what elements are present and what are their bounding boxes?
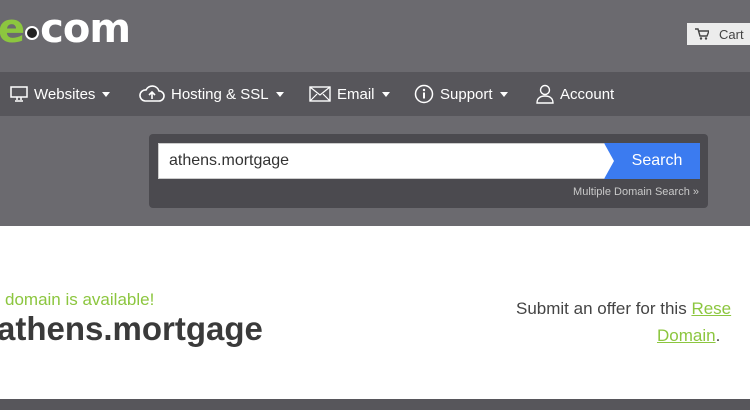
offer-message: Submit an offer for this Rese Domain.: [516, 295, 750, 349]
nav-label-hosting: Hosting & SSL: [171, 85, 269, 103]
chevron-down-icon: [275, 91, 284, 97]
main-nav: Websites Hosting & SSL Email Support Acc…: [0, 72, 750, 116]
cart-label: Cart: [719, 26, 744, 42]
cloud-upload-icon: [139, 85, 165, 102]
nav-label-account: Account: [560, 85, 615, 103]
footer-band: [0, 399, 750, 410]
offer-period: .: [715, 326, 721, 345]
nav-item-email[interactable]: Email: [309, 86, 390, 103]
logo-e-letter: e: [0, 6, 25, 52]
nav-item-websites[interactable]: Websites: [10, 85, 111, 103]
cart-icon: [695, 28, 709, 40]
result-domain-name: athens.mortgage: [0, 310, 263, 347]
search-button[interactable]: Search: [604, 143, 700, 179]
domain-link[interactable]: Domain: [657, 326, 716, 345]
domain-search-box: Search Multiple Domain Search »: [149, 134, 708, 208]
domain-search-input[interactable]: [158, 143, 604, 179]
monitor-icon: [10, 86, 28, 102]
reseller-link[interactable]: Rese: [691, 299, 731, 318]
nav-label-email: Email: [337, 85, 375, 103]
nav-label-websites: Websites: [34, 85, 96, 103]
multiple-domain-search-link[interactable]: Multiple Domain Search »: [573, 186, 699, 198]
search-result-panel: is domain is available! athens.mortgage …: [0, 226, 750, 399]
nav-item-hosting[interactable]: Hosting & SSL: [139, 85, 284, 103]
search-section: Search Multiple Domain Search »: [0, 116, 750, 224]
user-icon: [536, 84, 554, 104]
cart-button[interactable]: Cart: [687, 23, 750, 45]
info-icon: [414, 84, 434, 104]
availability-message: is domain is available!: [0, 290, 155, 309]
site-logo[interactable]: e com: [0, 6, 131, 52]
chevron-down-icon: [102, 91, 111, 97]
nav-item-account[interactable]: Account: [536, 84, 614, 104]
chevron-down-icon: [381, 91, 390, 97]
offer-line-2: Domain.: [516, 322, 750, 349]
logo-com-text: com: [40, 6, 131, 52]
envelope-icon: [309, 86, 331, 102]
offer-text: Submit an offer for this: [516, 299, 692, 318]
chevron-down-icon: [499, 91, 508, 97]
nav-item-support[interactable]: Support: [414, 84, 508, 104]
site-header: e com Cart: [0, 0, 750, 72]
nav-label-support: Support: [440, 85, 493, 103]
logo-dot-icon: [25, 26, 40, 40]
